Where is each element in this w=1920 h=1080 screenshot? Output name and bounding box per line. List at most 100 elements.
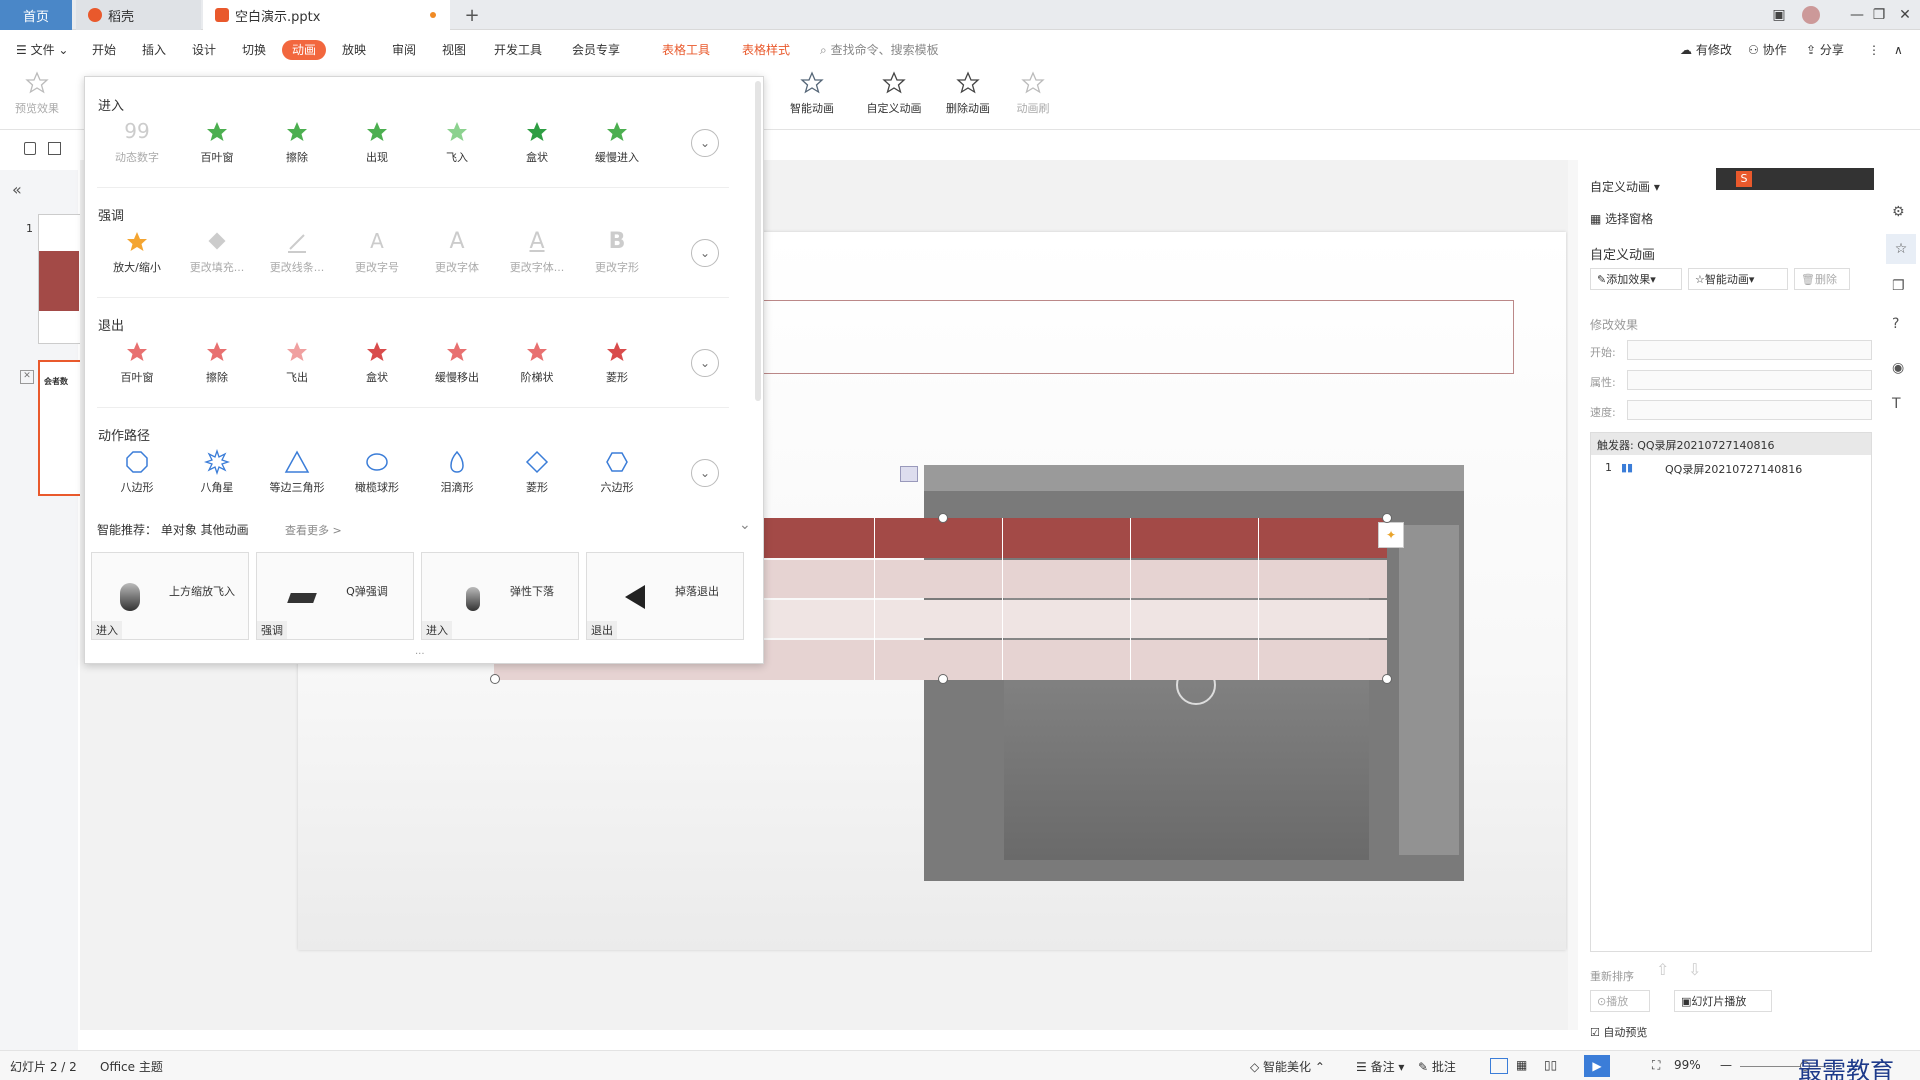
menu-table-tools[interactable]: 表格工具	[662, 40, 710, 60]
menu-view[interactable]: 视图	[442, 40, 466, 60]
effect-change-size[interactable]: A 更改字号	[337, 229, 417, 275]
resize-grip[interactable]: ···	[415, 649, 425, 660]
close-icon[interactable]: ✕	[1890, 0, 1920, 30]
effect-box-out[interactable]: 盒状	[337, 339, 417, 385]
path-hexagon[interactable]: 六边形	[577, 449, 657, 495]
title-placeholder[interactable]	[760, 300, 1514, 374]
hide-slide-icon[interactable]: ✕	[20, 370, 34, 384]
collapse-pane-button[interactable]: «	[12, 180, 22, 199]
menu-review[interactable]: 审阅	[392, 40, 416, 60]
effect-change-fill[interactable]: 更改填充...	[177, 229, 257, 275]
menu-start[interactable]: 开始	[92, 40, 116, 60]
play-slideshow-button[interactable]: ▶	[1584, 1055, 1610, 1077]
ime-toolbar[interactable]: S	[1716, 168, 1874, 190]
notes-button[interactable]: ☰ 备注 ▾	[1356, 1058, 1404, 1075]
path-teardrop[interactable]: 泪滴形	[417, 449, 497, 495]
path-octagon[interactable]: 八边形	[97, 449, 177, 495]
speed-select[interactable]	[1627, 400, 1872, 420]
move-down-icon[interactable]: ⇩	[1688, 960, 1708, 980]
expand-enter-button[interactable]: ⌄	[691, 129, 719, 157]
trigger-row[interactable]: 触发器: QQ录屏20210727140816	[1591, 433, 1871, 455]
palette-icon[interactable]: ◉	[1892, 360, 1904, 376]
collab-button[interactable]: ⚇ 协作	[1748, 40, 1787, 60]
animation-list[interactable]: 触发器: QQ录屏20210727140816 1 ▮▮ QQ录屏2021072…	[1590, 432, 1872, 952]
text-icon[interactable]: T	[1892, 396, 1901, 412]
menu-developer[interactable]: 开发工具	[494, 40, 542, 60]
menu-design[interactable]: 设计	[192, 40, 216, 60]
trigger-icon[interactable]	[900, 466, 918, 482]
search-box[interactable]: ⌕ 查找命令、搜索模板	[820, 40, 939, 60]
path-triangle[interactable]: 等边三角形	[257, 449, 337, 495]
delete-pane-button[interactable]: 🗑 删除	[1794, 268, 1850, 290]
slideshow-button[interactable]: ▣ 幻灯片播放	[1674, 990, 1772, 1012]
animation-pane-icon[interactable]: ☆	[1886, 234, 1916, 264]
preview-button[interactable]: 预览效果	[12, 70, 62, 116]
resize-handle[interactable]	[938, 674, 948, 684]
recommend-card[interactable]: Q弹强调 强调	[256, 552, 414, 640]
canvas-scrollbar[interactable]	[1568, 160, 1578, 1030]
effect-appear[interactable]: 出现	[337, 119, 417, 165]
effect-diamond-out[interactable]: 菱形	[577, 339, 657, 385]
file-menu[interactable]: ☰ 文件 ⌄	[16, 40, 68, 60]
save-icon[interactable]	[48, 142, 61, 155]
effect-stairs-out[interactable]: 阶梯状	[497, 339, 577, 385]
menu-transition[interactable]: 切换	[242, 40, 266, 60]
effect-box-in[interactable]: 盒状	[497, 119, 577, 165]
effect-wipe-out[interactable]: 擦除	[177, 339, 257, 385]
auto-preview-checkbox[interactable]: ☑ 自动预览	[1590, 1024, 1647, 1040]
resize-handle[interactable]	[490, 674, 500, 684]
custom-anim-button[interactable]: 自定义动画	[862, 70, 926, 116]
recommend-card[interactable]: 弹性下落 进入	[421, 552, 579, 640]
collapse-ribbon-icon[interactable]: ∧	[1894, 40, 1903, 60]
effect-ease-in[interactable]: 缓慢进入	[577, 119, 657, 165]
effect-change-font[interactable]: A 更改字体	[417, 229, 497, 275]
more-icon[interactable]: ⋮	[1868, 40, 1880, 60]
transition-icon[interactable]: ❐	[1892, 278, 1905, 294]
start-select[interactable]	[1627, 340, 1872, 360]
share-button[interactable]: ⇪ 分享	[1806, 40, 1844, 60]
anim-painter-button[interactable]: 动画刷	[1006, 70, 1060, 116]
smart-anim-button[interactable]: 智能动画	[782, 70, 842, 116]
menu-table-style[interactable]: 表格样式	[742, 40, 790, 60]
menu-animation[interactable]: 动画	[282, 40, 327, 60]
layout-icon[interactable]: ▣	[1764, 0, 1794, 30]
comment-button[interactable]: ✎ 批注	[1418, 1058, 1456, 1075]
popup-scrollbar[interactable]	[755, 81, 761, 401]
effect-fly-in[interactable]: 飞入	[417, 119, 497, 165]
path-football[interactable]: 橄榄球形	[337, 449, 417, 495]
resize-handle[interactable]	[1382, 513, 1392, 523]
slide-thumb-1[interactable]	[38, 214, 82, 344]
fit-window-icon[interactable]: ⛶	[1652, 1058, 1660, 1073]
expand-exit-button[interactable]: ⌄	[691, 349, 719, 377]
anim-item[interactable]: QQ录屏20210727140816	[1665, 461, 1802, 477]
add-effect-button[interactable]: ✎ 添加效果 ▾	[1590, 268, 1682, 290]
resize-handle[interactable]	[1382, 674, 1392, 684]
effect-wipe-in[interactable]: 擦除	[257, 119, 337, 165]
recommend-card[interactable]: 上方缩放飞入 进入	[91, 552, 249, 640]
effect-blinds-out[interactable]: 百叶窗	[97, 339, 177, 385]
normal-view-icon[interactable]	[1490, 1058, 1508, 1074]
menu-member[interactable]: 会员专享	[572, 40, 620, 60]
effect-grow-shrink[interactable]: 放大/缩小	[97, 229, 177, 275]
tab-daoke[interactable]: 稻壳	[76, 0, 201, 30]
settings-sliders-icon[interactable]: ⚙	[1892, 204, 1905, 220]
has-changes-button[interactable]: ☁ 有修改	[1680, 40, 1732, 60]
recommend-card[interactable]: 掉落退出 退出	[586, 552, 744, 640]
zoom-level[interactable]: 99%	[1674, 1058, 1701, 1072]
expand-emphasis-button[interactable]: ⌄	[691, 239, 719, 267]
new-file-icon[interactable]	[24, 142, 36, 155]
path-8-star[interactable]: 八角星	[177, 449, 257, 495]
path-diamond[interactable]: 菱形	[497, 449, 577, 495]
move-up-icon[interactable]: ⇧	[1656, 960, 1676, 980]
property-select[interactable]	[1627, 370, 1872, 390]
grid-view-icon[interactable]: ▦	[1516, 1058, 1527, 1072]
help-icon[interactable]: ?	[1892, 316, 1899, 332]
delete-anim-button[interactable]: 删除动画	[940, 70, 996, 116]
menu-slideshow[interactable]: 放映	[342, 40, 366, 60]
see-more-link[interactable]: 查看更多 >	[285, 522, 342, 538]
play-button[interactable]: ⊙ 播放	[1590, 990, 1650, 1012]
select-pane-button[interactable]: ▦ 选择窗格	[1590, 210, 1653, 227]
effect-change-font-style[interactable]: B 更改字形	[577, 229, 657, 275]
smart-tip-bulb-icon[interactable]: ✦	[1378, 522, 1404, 548]
menu-insert[interactable]: 插入	[142, 40, 166, 60]
